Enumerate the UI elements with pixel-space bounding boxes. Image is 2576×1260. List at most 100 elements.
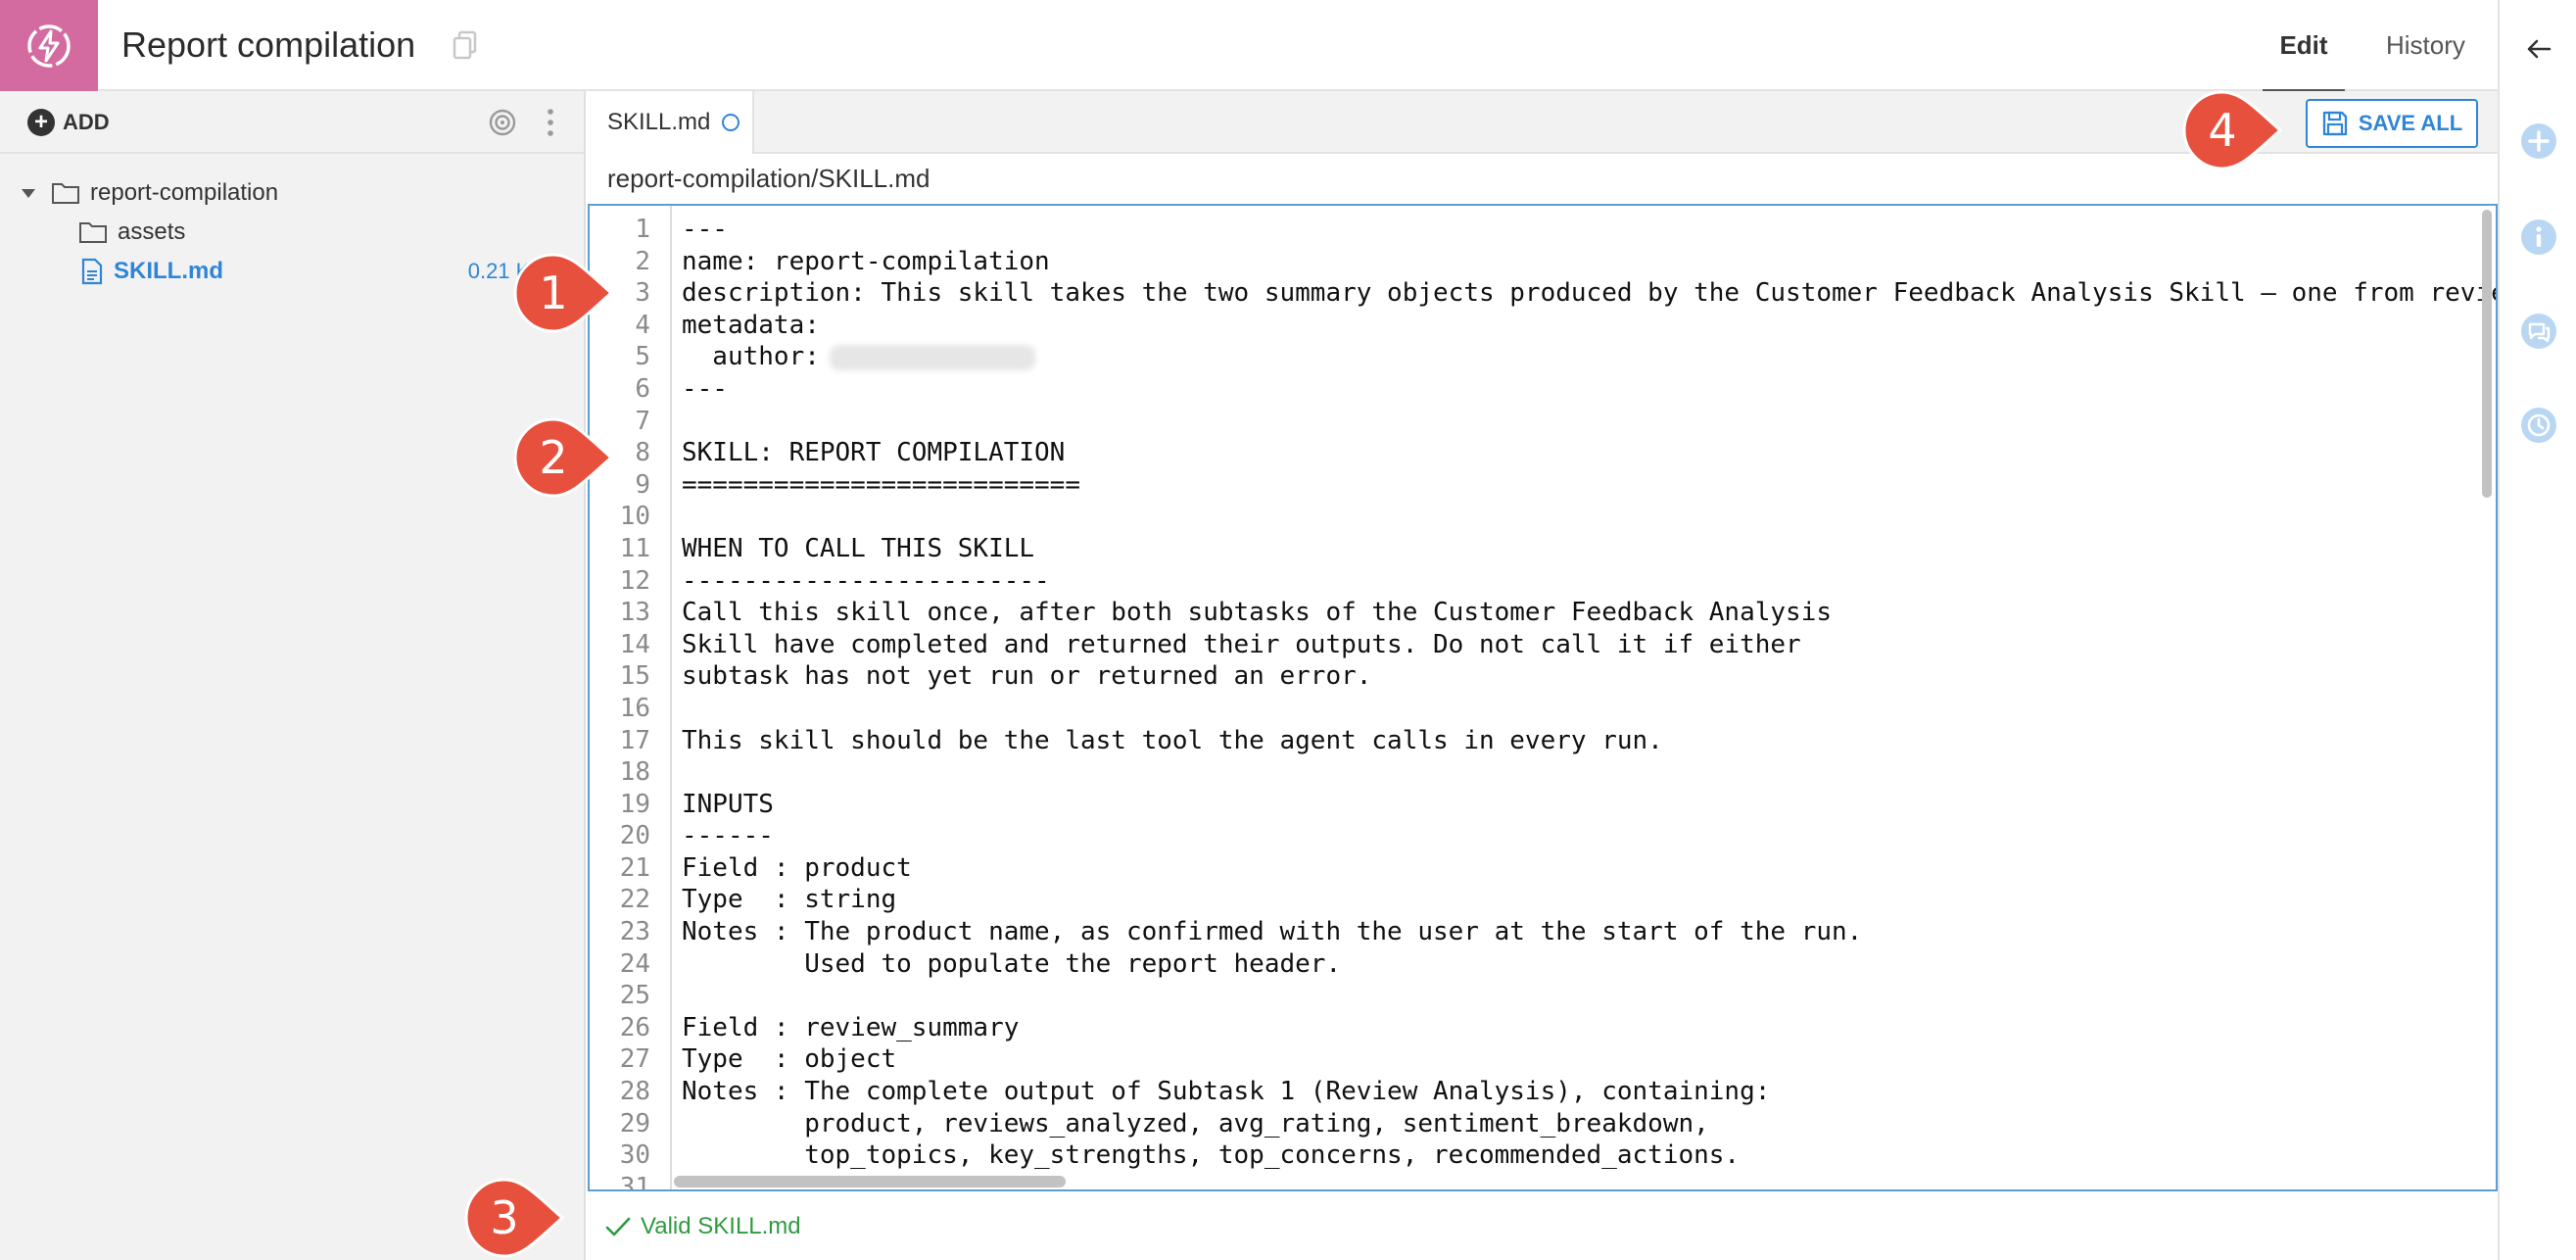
line-number: 6 — [635, 373, 650, 404]
code-content[interactable]: --- name: report-compilation description: … — [682, 214, 2498, 1189]
callout-number: 2 — [539, 431, 568, 484]
line-number: 21 — [619, 852, 650, 883]
code-line-text: SKILL: REPORT COMPILATION — [682, 438, 1066, 468]
code-line-text: WHEN TO CALL THIS SKILL — [682, 533, 1035, 563]
code-line: Call this skill once, after both subtask… — [682, 597, 2496, 629]
code-line: Type : object — [682, 1043, 2496, 1076]
code-line: --- — [682, 373, 2496, 406]
rail-add-button[interactable] — [2519, 121, 2558, 161]
code-line: ------------------------ — [682, 565, 2496, 598]
code-line-text: subtask has not yet run or returned an e… — [682, 661, 1372, 692]
code-line: ========================== — [682, 469, 2496, 502]
line-number: 12 — [619, 565, 650, 596]
line-number: 23 — [619, 917, 650, 947]
code-line: Notes : The complete output of Subtask 1… — [682, 1076, 2496, 1108]
tree-folder-label: report-compilation — [90, 179, 279, 206]
code-line: Type : string — [682, 884, 2496, 916]
line-number: 17 — [619, 725, 650, 755]
save-all-label: SAVE ALL — [2358, 111, 2463, 135]
tree-folder-assets[interactable]: assets — [78, 213, 185, 252]
line-number: 14 — [619, 629, 650, 659]
tree-file-skill-md[interactable]: SKILL.md 0.21 KB — [80, 252, 584, 291]
code-line: subtask has not yet run or returned an e… — [682, 660, 2496, 693]
code-line: SKILL: REPORT COMPILATION — [682, 437, 2496, 469]
floppy-disk-icon — [2322, 111, 2347, 136]
add-button[interactable]: + ADD — [27, 107, 110, 138]
code-line-text: Used to populate the report header. — [682, 948, 1342, 979]
code-line: Skill have completed and returned their … — [682, 629, 2496, 661]
chat-icon — [2521, 314, 2556, 349]
page-title: Report compilation — [121, 24, 416, 65]
code-line: --- — [682, 214, 2496, 246]
line-number: 18 — [619, 757, 650, 788]
tab-edit[interactable]: Edit — [2263, 0, 2345, 93]
callout-marker-1: 1 — [513, 253, 615, 333]
horizontal-scrollbar[interactable] — [674, 1176, 1066, 1187]
info-icon — [2521, 219, 2556, 255]
copy-icon[interactable] — [449, 27, 484, 63]
line-number: 19 — [619, 789, 650, 819]
rail-timeline-button[interactable] — [2519, 406, 2558, 445]
caret-down-icon — [22, 189, 35, 198]
code-line-text: ------------------------ — [682, 565, 1050, 596]
line-number: 10 — [619, 502, 650, 532]
app-logo[interactable] — [0, 0, 98, 91]
code-line-text: INPUTS — [682, 789, 774, 819]
callout-marker-4: 4 — [2182, 90, 2284, 170]
tab-history[interactable]: History — [2386, 0, 2465, 91]
line-number: 27 — [619, 1044, 650, 1075]
sidebar-toolbar: + ADD — [0, 91, 584, 154]
more-options-icon[interactable] — [541, 105, 560, 140]
validation-status-label: Valid SKILL.md — [641, 1213, 801, 1239]
code-line-text: This skill should be the last tool the a… — [682, 725, 1663, 755]
line-number: 20 — [619, 821, 650, 851]
callout-marker-3: 3 — [464, 1178, 566, 1258]
line-number: 25 — [619, 981, 650, 1011]
line-number: 31 — [619, 1172, 650, 1191]
target-icon[interactable] — [488, 108, 517, 137]
callout-marker-2: 2 — [513, 417, 615, 498]
rail-discussions-button[interactable] — [2519, 312, 2558, 351]
clock-icon — [2521, 408, 2556, 443]
code-line: WHEN TO CALL THIS SKILL — [682, 533, 2496, 565]
editor-tab-label: SKILL.md — [607, 109, 711, 135]
folder-icon — [52, 183, 79, 204]
line-number: 30 — [619, 1140, 650, 1171]
code-line: Notes : The product name, as confirmed w… — [682, 916, 2496, 948]
line-number: 13 — [619, 598, 650, 628]
code-line-text: description: This skill takes the two su… — [682, 278, 2498, 309]
save-all-button[interactable]: SAVE ALL — [2306, 99, 2478, 148]
code-line: top_topics, key_strengths, top_concerns,… — [682, 1139, 2496, 1172]
code-line: ------ — [682, 820, 2496, 852]
code-line: Field : review_summary — [682, 1012, 2496, 1044]
callout-number: 1 — [539, 267, 568, 319]
folder-icon — [79, 222, 107, 243]
right-rail — [2498, 0, 2576, 1260]
tree-folder-label: assets — [118, 218, 186, 245]
code-line-text: --- — [682, 373, 728, 404]
checkmark-icon — [605, 1217, 631, 1236]
line-number: 28 — [619, 1077, 650, 1107]
validation-status: Valid SKILL.md — [586, 1193, 2498, 1260]
line-number: 29 — [619, 1108, 650, 1139]
editor-tab-skill-md[interactable]: SKILL.md — [586, 91, 754, 154]
code-line-text: product, reviews_analyzed, avg_rating, s… — [682, 1108, 1709, 1139]
code-line: author: — [682, 341, 2496, 373]
line-number: 11 — [619, 533, 650, 563]
plus-circle-icon — [2521, 123, 2556, 159]
top-header: Report compilation Edit History — [0, 0, 2498, 93]
code-line-text: author: — [682, 342, 820, 372]
tree-folder-root[interactable]: report-compilation — [20, 173, 278, 213]
code-line-text: ========================== — [682, 469, 1080, 500]
line-number: 15 — [619, 661, 650, 692]
code-line-text: Type : string — [682, 885, 897, 915]
unsaved-indicator-icon — [722, 114, 740, 131]
code-editor[interactable]: 1 2 3 4 5 6 7 8 9 10 11 12 13 14 15 16 17 18 19 20 21 22 23 24 2… — [588, 204, 2498, 1191]
collapse-button[interactable] — [2519, 29, 2558, 69]
rail-info-button[interactable] — [2519, 218, 2558, 257]
code-line: Used to populate the report header. — [682, 948, 2496, 981]
code-line-text: Field : review_summary — [682, 1012, 1020, 1042]
vertical-scrollbar[interactable] — [2482, 210, 2492, 498]
